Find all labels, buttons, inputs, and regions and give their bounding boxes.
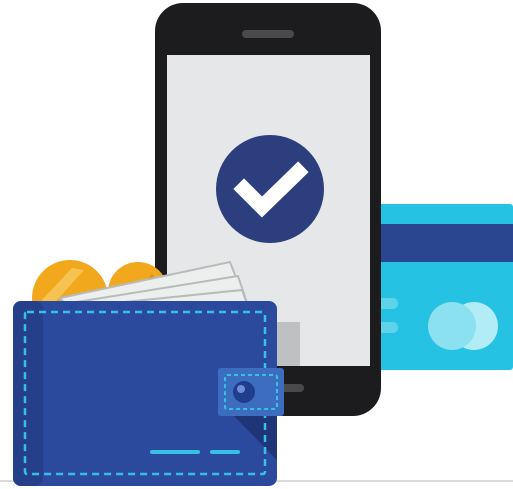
clasp-button: [233, 381, 255, 403]
wallet: [13, 301, 284, 486]
wallet-shadow-on-screen: [276, 322, 300, 366]
card-logo-icon: [428, 302, 498, 350]
payment-illustration: [0, 3, 513, 486]
wallet-side-panel: [13, 301, 43, 486]
wallet-clasp: [218, 368, 284, 416]
clasp-button-highlight: [237, 385, 245, 393]
checkmark-icon: [216, 135, 324, 243]
card-logo-circle-left: [428, 302, 476, 350]
wallet-slot-short: [210, 450, 240, 454]
wallet-slot-long: [150, 450, 200, 454]
phone-speaker: [242, 30, 294, 38]
